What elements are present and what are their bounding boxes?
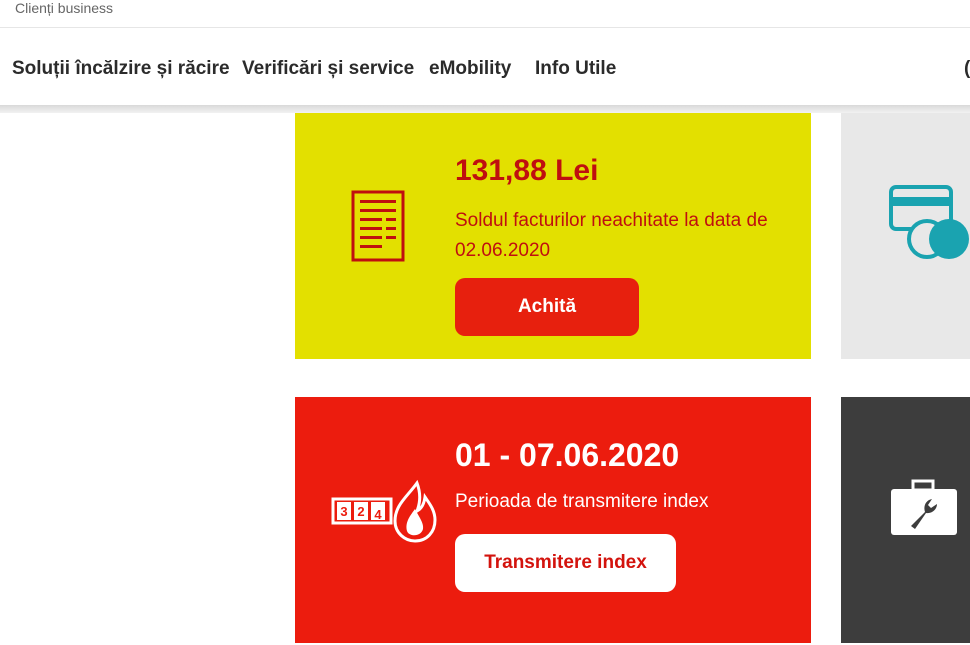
card-coins-icon [889,185,969,259]
nav-overflow-edge: ( [964,58,970,79]
toolbox-wrench-icon [891,479,957,535]
meter-digit-2: 2 [357,504,364,519]
nav-item-info-utile[interactable]: Info Utile [535,58,616,80]
pay-button[interactable]: Achită [455,278,639,336]
index-submission-tile: 3 2 4 01 - 07.06.2020 Perioada de transm… [295,397,811,643]
invoice-document-icon [351,190,405,262]
submit-index-button[interactable]: Transmitere index [455,534,676,592]
nav-shadow [0,105,970,113]
index-period: 01 - 07.06.2020 [455,437,680,473]
business-clients-link[interactable]: Clienți business [15,0,113,16]
payment-methods-tile[interactable] [841,113,970,359]
gas-meter-flame-icon: 3 2 4 [331,479,437,543]
top-bar: Clienți business [0,0,970,28]
invoice-tile: 131,88 Lei Soldul facturilor neachitate … [295,113,811,359]
nav-item-emobility[interactable]: eMobility [429,58,511,80]
service-tile[interactable] [841,397,970,643]
nav-item-checks-service[interactable]: Verificări și service [242,58,414,80]
invoice-amount: 131,88 Lei [455,154,599,187]
main-navigation: Soluții încălzire și răcire Verificări ș… [0,28,970,106]
meter-digit-3: 4 [374,507,382,522]
nav-item-heating-cooling[interactable]: Soluții încălzire și răcire [12,58,230,80]
meter-digit-1: 3 [340,504,347,519]
index-period-label: Perioada de transmitere index [455,491,709,512]
invoice-description: Soldul facturilor neachitate la data de … [455,210,768,261]
